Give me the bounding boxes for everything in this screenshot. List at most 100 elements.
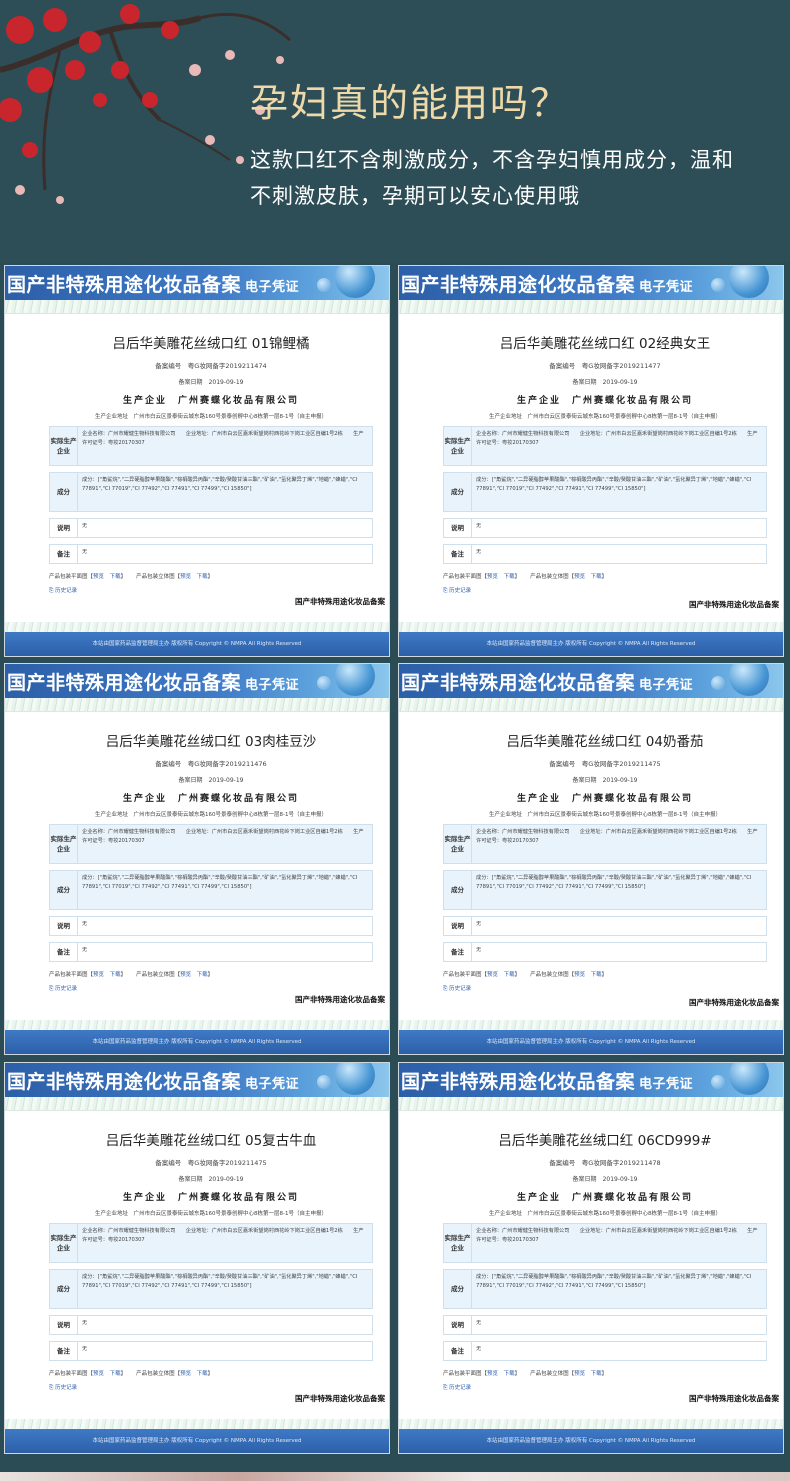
remark-row: 备注 无	[443, 544, 767, 564]
hero-description-line-1: 这款口红不含刺激成分，不含孕妇慎用成分，温和	[250, 148, 734, 172]
description-label: 说明	[50, 1316, 78, 1334]
preview-link[interactable]: 预览	[574, 972, 585, 978]
record-number: 备案编号 粤G妆网备字2019211478	[549, 1159, 661, 1167]
record-date: 2019-09-19	[208, 379, 244, 386]
product-title: 吕后华美雕花丝绒口红 04奶番茄	[506, 734, 704, 750]
certificate-header: 国产非特殊用途化妆品备案 电子凭证	[399, 664, 783, 698]
decorative-wave-divider	[5, 1020, 389, 1030]
globe-icon	[711, 278, 725, 292]
package-flat-label: 产品包装平面图	[443, 574, 482, 580]
remark-label: 备注	[444, 943, 472, 961]
certificate-footer: 本站由国家药品监督管理局主办 版权所有 Copyright © NMPA All…	[5, 1429, 389, 1453]
product-title: 吕后华美雕花丝绒口红 03肉桂豆沙	[105, 734, 317, 750]
decorative-wave-divider	[399, 1419, 783, 1429]
filing-certificate-6: 国产非特殊用途化妆品备案 电子凭证 吕后华美雕花丝绒口红 06CD999# 备案编…	[398, 1062, 784, 1454]
ingredients-text: 成分：["角鲨烷","二异硬脂醇苹果酸酯","棕榈酸异丙酯","辛酸/癸酸甘油三…	[82, 1274, 358, 1289]
actual-manufacturer-text: 企业名称：广州市耀健生物科技有限公司 企业地址：广州市白云区嘉禾街望岗村西花岭下…	[82, 431, 364, 446]
ingredients-text: 成分：["角鲨烷","二异硬脂醇苹果酸酯","棕榈酸异丙酯","辛酸/癸酸甘油三…	[476, 875, 752, 890]
history-link[interactable]: 历史记录	[55, 986, 77, 992]
download-link[interactable]: 下载	[591, 1371, 602, 1377]
package-image-links: 产品包装平面图【预览 下载】 产品包装立体图【预览 下载】	[443, 1371, 608, 1377]
certificate-footer: 本站由国家药品监督管理局主办 版权所有 Copyright © NMPA All…	[399, 1429, 783, 1453]
history-link[interactable]: 历史记录	[449, 986, 471, 992]
download-link[interactable]: 下载	[591, 574, 602, 580]
actual-manufacturer-text: 企业名称：广州市耀健生物科技有限公司 企业地址：广州市白云区嘉禾街望岗村西花岭下…	[82, 829, 364, 844]
decorative-wave-divider	[399, 300, 783, 314]
preview-link[interactable]: 预览	[487, 972, 498, 978]
download-link[interactable]: 下载	[504, 1371, 515, 1377]
manufacturer-address: 生产企业地址 广州市白云区景泰街云城东路160号景泰创孵中心8栋第一层8-1号（…	[489, 414, 721, 420]
manufacturer-company: 生产企业 广州赛蝶化妆品有限公司	[122, 396, 299, 406]
record-number: 备案编号 粤G妆网备字2019211475	[549, 760, 661, 768]
decorative-wave-divider	[5, 300, 389, 314]
hero-title: 孕妇真的能用吗？	[250, 81, 571, 125]
manufacturer-company: 生产企业 广州赛蝶化妆品有限公司	[516, 794, 693, 804]
description-row: 说明 无	[49, 1315, 373, 1335]
record-date: 2019-09-19	[602, 1176, 638, 1183]
download-link[interactable]: 下载	[197, 1371, 208, 1377]
certificate-banner-subtitle: 电子凭证	[639, 1077, 694, 1092]
description-value: 无	[476, 921, 482, 927]
remark-label: 备注	[50, 545, 78, 563]
ingredients-text: 成分：["角鲨烷","二异硬脂醇苹果酸酯","棕榈酸异丙酯","辛酸/癸酸甘油三…	[476, 477, 752, 492]
preview-link[interactable]: 预览	[93, 972, 104, 978]
download-link[interactable]: 下载	[197, 972, 208, 978]
certificate-banner-title: 国产非特殊用途化妆品备案	[401, 1071, 636, 1093]
package-3d-label: 产品包装立体图	[136, 972, 175, 978]
download-link[interactable]: 下载	[591, 972, 602, 978]
ingredients-label: 成分	[444, 473, 472, 511]
certificate-banner-subtitle: 电子凭证	[639, 280, 694, 295]
actual-manufacturer-text: 企业名称：广州市耀健生物科技有限公司 企业地址：广州市白云区嘉禾街望岗村西花岭下…	[476, 1228, 758, 1243]
record-date-label: 备案日期	[178, 379, 203, 386]
certificate-header: 国产非特殊用途化妆品备案 电子凭证	[399, 266, 783, 300]
product-title: 吕后华美雕花丝绒口红 06CD999#	[498, 1133, 712, 1149]
product-title: 吕后华美雕花丝绒口红 05复古牛血	[105, 1133, 317, 1149]
history-link[interactable]: 历史记录	[449, 1385, 471, 1391]
preview-link[interactable]: 预览	[180, 574, 191, 580]
certificate-footer: 本站由国家药品监督管理局主办 版权所有 Copyright © NMPA All…	[399, 632, 783, 656]
manufacturer-address: 生产企业地址 广州市白云区景泰街云城东路160号景泰创孵中心8栋第一层8-1号（…	[95, 414, 327, 420]
download-link[interactable]: 下载	[504, 972, 515, 978]
package-flat-label: 产品包装平面图	[443, 972, 482, 978]
package-3d-label: 产品包装立体图	[136, 1371, 175, 1377]
preview-link[interactable]: 预览	[487, 574, 498, 580]
ingredients-text: 成分：["角鲨烷","二异硬脂醇苹果酸酯","棕榈酸异丙酯","辛酸/癸酸甘油三…	[476, 1274, 752, 1289]
package-image-links: 产品包装平面图【预览 下载】 产品包装立体图【预览 下载】	[443, 574, 608, 580]
preview-link[interactable]: 预览	[487, 1371, 498, 1377]
download-link[interactable]: 下载	[110, 574, 121, 580]
preview-link[interactable]: 预览	[93, 574, 104, 580]
actual-manufacturer-text: 企业名称：广州市耀健生物科技有限公司 企业地址：广州市白云区嘉禾街望岗村西花岭下…	[476, 431, 758, 446]
remark-value: 无	[82, 549, 88, 555]
preview-link[interactable]: 预览	[180, 972, 191, 978]
hero-banner: 孕妇真的能用吗？ 这款口红不含刺激成分，不含孕妇慎用成分，温和 不刺激皮肤，孕期…	[0, 0, 790, 262]
decorative-wave-divider	[5, 622, 389, 632]
package-3d-label: 产品包装立体图	[530, 1371, 569, 1377]
preview-link[interactable]: 预览	[574, 1371, 585, 1377]
filing-seal-text: 国产非特殊用途化妆品备案	[689, 998, 779, 1007]
certificate-banner-subtitle: 电子凭证	[245, 678, 300, 693]
download-link[interactable]: 下载	[197, 574, 208, 580]
package-image-links: 产品包装平面图【预览 下载】 产品包装立体图【预览 下载】	[49, 1371, 214, 1377]
remark-row: 备注 无	[49, 1341, 373, 1361]
globe-icon	[711, 676, 725, 690]
preview-link[interactable]: 预览	[574, 574, 585, 580]
decorative-wave-divider	[399, 622, 783, 632]
history-link[interactable]: 历史记录	[55, 1385, 77, 1391]
download-link[interactable]: 下载	[504, 574, 515, 580]
manufacturer-company: 生产企业 广州赛蝶化妆品有限公司	[516, 1193, 693, 1203]
history-link[interactable]: 历史记录	[449, 588, 471, 594]
certificate-banner-title: 国产非特殊用途化妆品备案	[401, 274, 636, 296]
download-link[interactable]: 下载	[110, 972, 121, 978]
certificate-banner-title: 国产非特殊用途化妆品备案	[401, 672, 636, 694]
history-link[interactable]: 历史记录	[55, 588, 77, 594]
download-link[interactable]: 下载	[110, 1371, 121, 1377]
globe-icon	[317, 1075, 331, 1089]
preview-link[interactable]: 预览	[93, 1371, 104, 1377]
description-label: 说明	[444, 519, 472, 537]
history-icon: ⎘	[49, 588, 54, 594]
filing-seal-text: 国产非特殊用途化妆品备案	[689, 600, 779, 609]
record-date-label: 备案日期	[178, 777, 203, 784]
preview-link[interactable]: 预览	[180, 1371, 191, 1377]
remark-label: 备注	[444, 545, 472, 563]
globe-icon	[317, 676, 331, 690]
